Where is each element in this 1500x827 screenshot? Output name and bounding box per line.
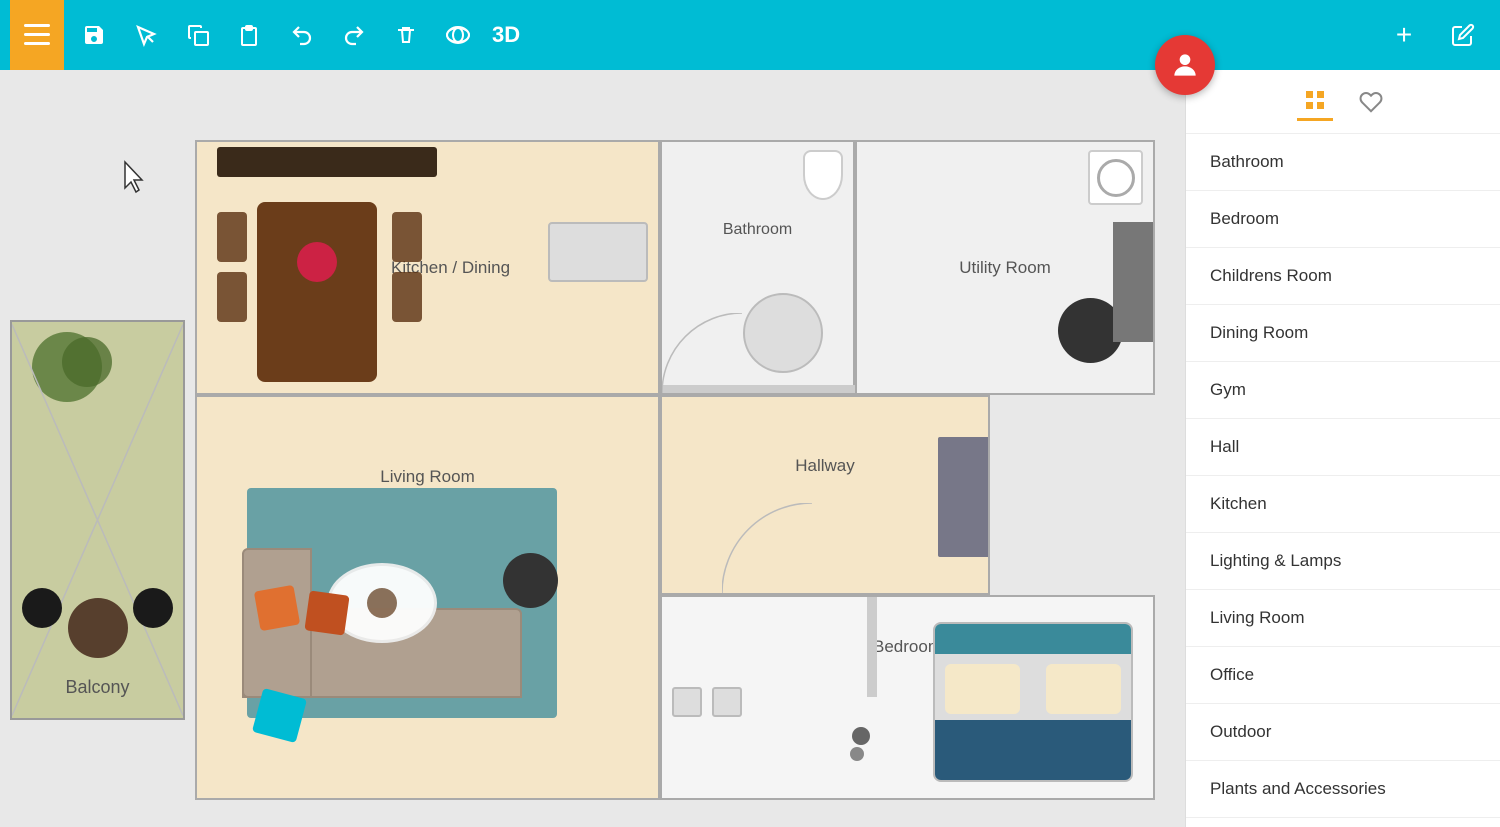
- canvas-area[interactable]: Balcony Kitchen / Dining Bathroom: [0, 70, 1185, 827]
- category-item-outdoor[interactable]: Outdoor: [1186, 704, 1500, 761]
- category-item-kitchen[interactable]: Kitchen: [1186, 476, 1500, 533]
- bathroom-label: Bathroom: [723, 221, 792, 239]
- grid-tab[interactable]: [1297, 82, 1333, 121]
- balcony-room: Balcony: [10, 320, 185, 720]
- save-button[interactable]: [72, 13, 116, 57]
- category-list: BathroomBedroomChildrens RoomDining Room…: [1186, 134, 1500, 818]
- copy-button[interactable]: [176, 13, 220, 57]
- right-panel-header: +: [1185, 0, 1500, 70]
- category-item-bedroom[interactable]: Bedroom: [1186, 191, 1500, 248]
- add-button[interactable]: +: [1382, 13, 1426, 57]
- undo-button[interactable]: [280, 13, 324, 57]
- select-tool-button[interactable]: [124, 13, 168, 57]
- right-panel: BathroomBedroomChildrens RoomDining Room…: [1185, 70, 1500, 827]
- 360-button[interactable]: [436, 13, 480, 57]
- panel-tabs: [1186, 70, 1500, 134]
- avatar-button[interactable]: [1155, 35, 1215, 95]
- category-item-bathroom[interactable]: Bathroom: [1186, 134, 1500, 191]
- category-item-dining-room[interactable]: Dining Room: [1186, 305, 1500, 362]
- toolbar: 3D: [0, 0, 1185, 70]
- category-item-gym[interactable]: Gym: [1186, 362, 1500, 419]
- menu-button[interactable]: [10, 0, 64, 70]
- cursor: [120, 160, 150, 200]
- kitchen-dining-room: Kitchen / Dining: [195, 140, 660, 395]
- utility-label: Utility Room: [959, 258, 1051, 278]
- edit-button[interactable]: [1441, 13, 1485, 57]
- redo-button[interactable]: [332, 13, 376, 57]
- category-item-office[interactable]: Office: [1186, 647, 1500, 704]
- paste-button[interactable]: [228, 13, 272, 57]
- utility-room: Utility Room: [855, 140, 1155, 395]
- 3d-label[interactable]: 3D: [492, 22, 520, 48]
- hallway-room: Hallway: [660, 395, 990, 595]
- living-label: Living Room: [380, 467, 475, 487]
- bathroom-room: Bathroom: [660, 140, 855, 395]
- delete-button[interactable]: [384, 13, 428, 57]
- category-item-plants-accessories[interactable]: Plants and Accessories: [1186, 761, 1500, 818]
- category-item-lighting-lamps[interactable]: Lighting & Lamps: [1186, 533, 1500, 590]
- hallway-label: Hallway: [795, 456, 855, 476]
- category-item-hall[interactable]: Hall: [1186, 419, 1500, 476]
- favorites-tab[interactable]: [1353, 84, 1389, 120]
- floor-plan: Kitchen / Dining Bathroom: [195, 140, 1155, 800]
- category-item-living-room[interactable]: Living Room: [1186, 590, 1500, 647]
- bedroom-room: Bedroom: [660, 595, 1155, 800]
- living-room: Living Room: [195, 395, 660, 800]
- bedroom-label: Bedroom: [873, 637, 942, 657]
- category-item-childrens-room[interactable]: Childrens Room: [1186, 248, 1500, 305]
